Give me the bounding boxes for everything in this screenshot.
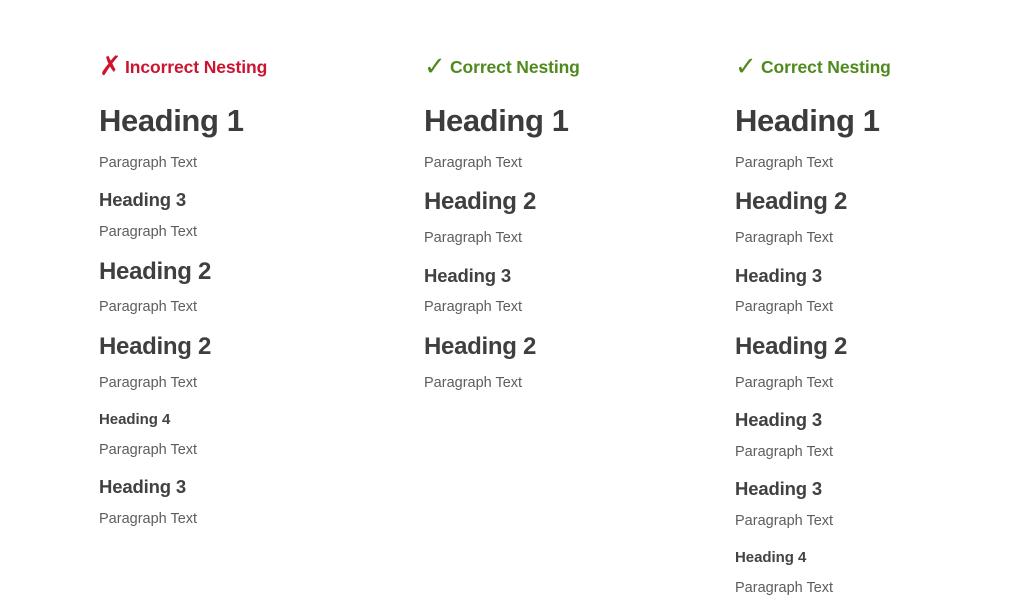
paragraph-text: Paragraph Text: [735, 154, 834, 171]
column-header-incorrect-nesting: ✗ Incorrect Nesting: [99, 52, 267, 82]
paragraph-text: Paragraph Text: [99, 154, 198, 171]
outline-correct-nesting-a: Heading 1 Paragraph Text Heading 2 Paragrap…: [424, 99, 709, 399]
paragraph-text: Paragraph Text: [735, 230, 834, 247]
heading-3: Heading 3: [735, 409, 823, 430]
heading-2: Heading 2: [99, 332, 211, 360]
heading-1: Heading 1: [99, 103, 244, 138]
column-header-correct-nesting-b: ✓ Correct Nesting: [735, 52, 891, 82]
column-label: Correct Nesting: [450, 56, 580, 77]
column-correct-nesting-b: ✓ Correct Nesting Heading 1 Paragraph Text H…: [735, 52, 1020, 605]
heading-3: Heading 3: [99, 189, 187, 211]
heading-3: Heading 3: [735, 264, 823, 286]
column-label: Correct Nesting: [761, 56, 891, 77]
paragraph-text: Paragraph Text: [424, 230, 523, 247]
paragraph-text: Paragraph Text: [735, 443, 834, 460]
paragraph-text: Paragraph Text: [424, 299, 523, 316]
paragraph-text: Paragraph Text: [735, 374, 834, 391]
column-incorrect-nesting: ✗ Incorrect Nesting Heading 1 Paragraph Tex…: [99, 52, 399, 536]
paragraph-text: Paragraph Text: [99, 374, 198, 391]
paragraph-text: Paragraph Text: [424, 374, 523, 391]
columns-container: ✗ Incorrect Nesting Heading 1 Paragraph Tex…: [0, 52, 1024, 605]
outline-incorrect-nesting: Heading 1 Paragraph Text Heading 3 Paragrap…: [99, 99, 399, 536]
heading-3: Heading 3: [99, 476, 187, 498]
heading-4: Heading 4: [735, 549, 807, 567]
column-correct-nesting-a: ✓ Correct Nesting Heading 1 Paragraph Text H…: [424, 52, 709, 399]
paragraph-text: Paragraph Text: [99, 224, 198, 241]
heading-2: Heading 2: [735, 332, 847, 360]
outline-correct-nesting-b: Heading 1 Paragraph Text Heading 2 Paragrap…: [735, 99, 1020, 605]
column-header-correct-nesting-a: ✓ Correct Nesting: [424, 52, 580, 82]
heading-2: Heading 2: [99, 257, 211, 285]
check-icon: ✓: [424, 51, 446, 81]
heading-2: Heading 2: [424, 188, 536, 216]
column-label: Incorrect Nesting: [125, 56, 268, 77]
heading-1: Heading 1: [424, 103, 569, 138]
cross-icon: ✗: [99, 50, 122, 81]
heading-2: Heading 2: [735, 188, 847, 216]
paragraph-text: Paragraph Text: [735, 299, 834, 316]
paragraph-text: Paragraph Text: [735, 580, 834, 597]
paragraph-text: Paragraph Text: [99, 299, 198, 316]
paragraph-text: Paragraph Text: [424, 154, 523, 171]
paragraph-text: Paragraph Text: [735, 513, 834, 530]
paragraph-text: Paragraph Text: [99, 511, 198, 528]
heading-2: Heading 2: [424, 332, 536, 360]
paragraph-text: Paragraph Text: [99, 442, 198, 458]
heading-4: Heading 4: [99, 411, 171, 428]
nesting-comparison-canvas: ✗ Incorrect Nesting Heading 1 Paragraph Tex…: [0, 0, 1024, 596]
check-icon: ✓: [735, 51, 757, 81]
heading-1: Heading 1: [735, 103, 880, 138]
heading-3: Heading 3: [735, 478, 823, 500]
heading-3: Heading 3: [424, 264, 512, 286]
